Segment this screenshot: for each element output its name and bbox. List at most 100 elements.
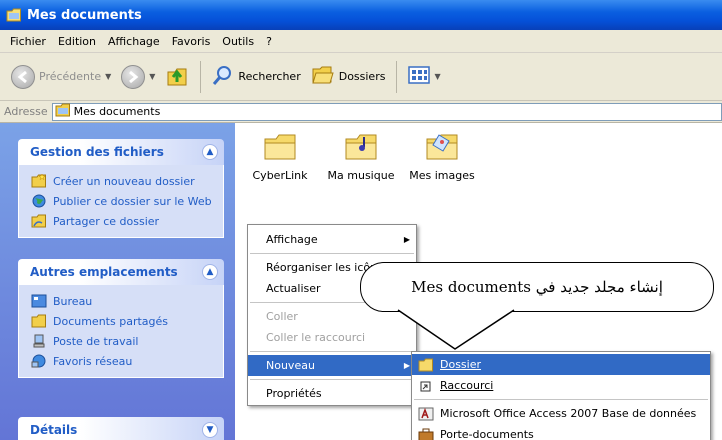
up-folder-icon xyxy=(165,62,189,91)
toolbar-separator xyxy=(200,60,202,93)
menu-label: Porte-documents xyxy=(440,428,534,440)
folder-icon xyxy=(31,314,47,328)
chevron-down-icon[interactable]: ▼ xyxy=(434,72,440,81)
access-db-icon xyxy=(418,407,434,421)
place-label: Favoris réseau xyxy=(53,354,133,368)
pictures-folder-icon xyxy=(425,133,459,161)
back-button[interactable]: Précédente ▼ xyxy=(8,60,114,94)
task-share-folder[interactable]: Partager ce dossier xyxy=(31,211,223,231)
window-title: Mes documents xyxy=(27,7,142,23)
folder-icon xyxy=(6,8,22,22)
place-my-computer[interactable]: Poste de travail xyxy=(31,331,223,351)
folder-icon xyxy=(55,103,71,120)
collapse-icon[interactable]: ▲ xyxy=(202,144,218,160)
views-icon xyxy=(408,65,431,88)
search-label: Rechercher xyxy=(238,70,301,83)
folders-label: Dossiers xyxy=(338,70,386,83)
submenu-item-access[interactable]: Microsoft Office Access 2007 Base de don… xyxy=(412,403,710,424)
file-tasks-panel: Gestion des fichiers ▲ Créer un nouveau … xyxy=(18,139,224,238)
menu-item-properties[interactable]: Propriétés xyxy=(248,383,416,404)
chevron-down-icon[interactable]: ▼ xyxy=(149,72,155,81)
callout-text: إنشاء مجلد جديد في Mes documents xyxy=(411,278,663,296)
task-label: Partager ce dossier xyxy=(53,214,160,228)
back-label: Précédente xyxy=(39,70,102,83)
address-label: Adresse xyxy=(4,105,48,118)
submenu-item-shortcut[interactable]: Raccourci xyxy=(412,375,710,396)
file-tasks-body: Créer un nouveau dossier Publier ce doss… xyxy=(18,165,224,238)
menu-fichier[interactable]: Fichier xyxy=(4,35,52,48)
menu-label: Nouveau xyxy=(266,359,315,372)
folder-icon xyxy=(263,133,297,161)
menu-item-paste-shortcut[interactable]: Coller le raccourci xyxy=(248,327,416,348)
menu-favoris[interactable]: Favoris xyxy=(166,35,217,48)
details-header[interactable]: Détails ▼ xyxy=(18,417,224,440)
submenu-arrow-icon: ▶ xyxy=(403,361,410,370)
chevron-down-icon[interactable]: ▼ xyxy=(105,72,111,81)
menu-separator xyxy=(250,351,414,352)
menu-label: Coller xyxy=(266,310,298,323)
menu-item-affichage[interactable]: Affichage ▶ xyxy=(248,229,416,250)
new-submenu: Dossier Raccourci Microsoft Office Acces… xyxy=(411,351,711,440)
folder-label: Ma musique xyxy=(327,169,395,182)
menu-help[interactable]: ? xyxy=(260,35,278,48)
menu-separator xyxy=(414,399,708,400)
views-button[interactable]: ▼ xyxy=(405,60,443,94)
folder-label: Mes images xyxy=(409,169,475,182)
folder-item[interactable]: CyberLink xyxy=(245,133,315,182)
address-bar: Adresse Mes documents xyxy=(0,101,722,123)
music-folder-icon xyxy=(344,133,378,161)
toolbar: Précédente ▼ ▼ Rechercher Dossiers ▼ xyxy=(0,53,722,101)
folders-icon xyxy=(311,64,335,89)
folder-label: CyberLink xyxy=(252,169,308,182)
place-shared-documents[interactable]: Documents partagés xyxy=(31,311,223,331)
details-title: Détails xyxy=(30,423,78,437)
search-button[interactable]: Rechercher xyxy=(209,60,303,94)
menu-bar: Fichier Edition Affichage Favoris Outils… xyxy=(0,30,722,53)
expand-icon[interactable]: ▼ xyxy=(202,422,218,438)
menu-affichage[interactable]: Affichage xyxy=(102,35,166,48)
menu-edition[interactable]: Edition xyxy=(52,35,102,48)
menu-outils[interactable]: Outils xyxy=(216,35,260,48)
search-icon xyxy=(212,64,234,89)
shortcut-icon xyxy=(418,379,434,393)
submenu-item-folder[interactable]: Dossier xyxy=(412,354,710,375)
other-places-panel: Autres emplacements ▲ Bureau Documents p… xyxy=(18,259,224,378)
computer-icon xyxy=(31,334,47,348)
forward-button[interactable]: ▼ xyxy=(118,60,158,94)
place-label: Poste de travail xyxy=(53,334,139,348)
place-network[interactable]: Favoris réseau xyxy=(31,351,223,371)
file-tasks-header[interactable]: Gestion des fichiers ▲ xyxy=(18,139,224,165)
task-publish-web[interactable]: Publier ce dossier sur le Web xyxy=(31,191,223,211)
folder-item[interactable]: Mes images xyxy=(407,133,477,182)
place-label: Bureau xyxy=(53,294,93,308)
submenu-item-briefcase[interactable]: Porte-documents xyxy=(412,424,710,440)
address-field[interactable]: Mes documents xyxy=(51,102,722,121)
menu-label: Dossier xyxy=(440,358,482,371)
task-label: Publier ce dossier sur le Web xyxy=(53,194,212,208)
annotation-callout: إنشاء مجلد جديد في Mes documents xyxy=(360,262,714,312)
network-icon xyxy=(31,354,47,368)
address-value: Mes documents xyxy=(73,105,161,118)
new-folder-icon xyxy=(31,173,47,188)
back-arrow-icon xyxy=(11,64,35,89)
menu-item-new[interactable]: Nouveau ▶ xyxy=(248,355,416,376)
place-desktop[interactable]: Bureau xyxy=(31,291,223,311)
folder-item[interactable]: Ma musique xyxy=(326,133,396,182)
other-places-body: Bureau Documents partagés Poste de trava… xyxy=(18,285,224,378)
forward-arrow-icon xyxy=(121,64,146,89)
up-folder-button[interactable] xyxy=(162,60,192,94)
toolbar-separator xyxy=(396,60,398,93)
menu-label: Coller le raccourci xyxy=(266,331,366,344)
title-bar: Mes documents xyxy=(0,0,722,30)
folders-button[interactable]: Dossiers xyxy=(308,60,389,94)
menu-label: Affichage xyxy=(266,233,318,246)
other-places-header[interactable]: Autres emplacements ▲ xyxy=(18,259,224,285)
menu-separator xyxy=(250,379,414,380)
menu-label: Propriétés xyxy=(266,387,322,400)
desktop-icon xyxy=(31,294,47,308)
collapse-icon[interactable]: ▲ xyxy=(202,264,218,280)
task-new-folder[interactable]: Créer un nouveau dossier xyxy=(31,171,223,191)
folder-icon xyxy=(418,358,434,372)
other-places-title: Autres emplacements xyxy=(30,265,178,279)
task-pane: Gestion des fichiers ▲ Créer un nouveau … xyxy=(0,123,235,440)
